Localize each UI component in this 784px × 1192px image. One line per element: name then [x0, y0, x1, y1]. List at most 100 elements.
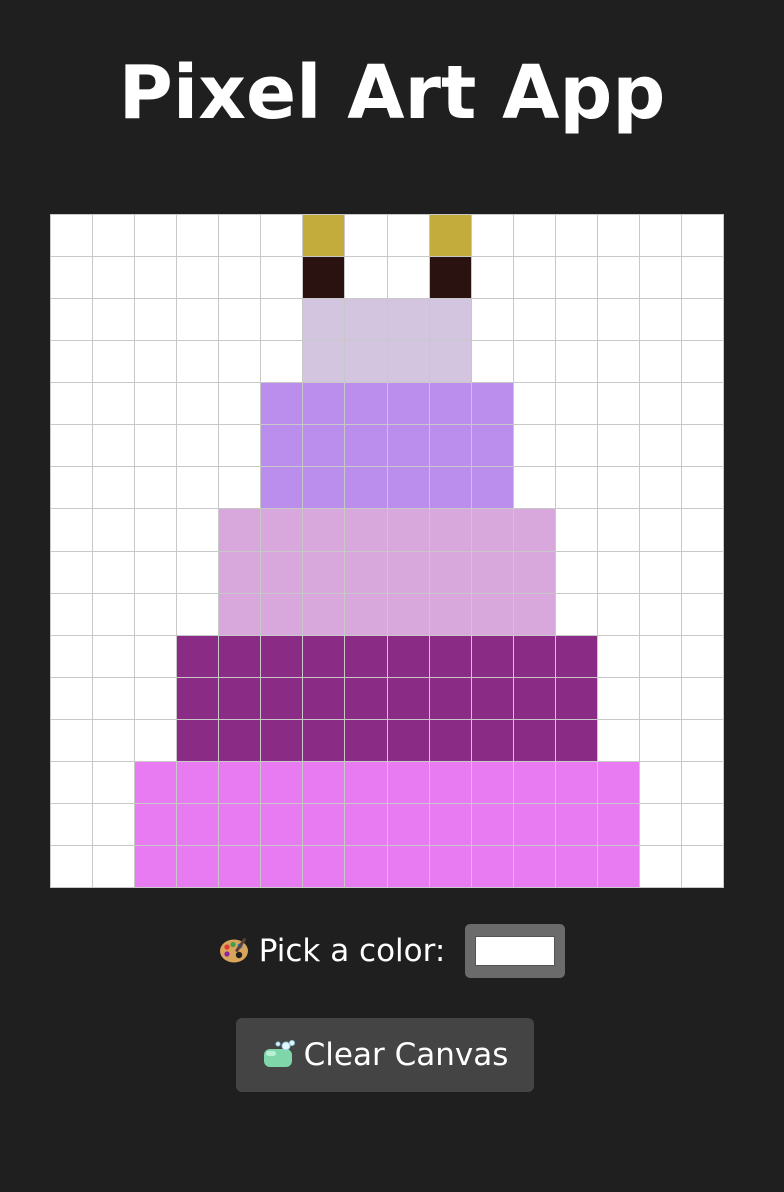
- pixel-cell[interactable]: [261, 341, 303, 383]
- pixel-cell[interactable]: [513, 551, 555, 593]
- pixel-cell[interactable]: [387, 677, 429, 719]
- pixel-cell[interactable]: [639, 761, 681, 803]
- pixel-cell[interactable]: [681, 467, 723, 509]
- pixel-cell[interactable]: [345, 509, 387, 551]
- pixel-cell[interactable]: [471, 677, 513, 719]
- pixel-cell[interactable]: [177, 257, 219, 299]
- pixel-cell[interactable]: [513, 803, 555, 845]
- pixel-cell[interactable]: [135, 215, 177, 257]
- pixel-cell[interactable]: [93, 257, 135, 299]
- pixel-cell[interactable]: [303, 257, 345, 299]
- pixel-cell[interactable]: [303, 677, 345, 719]
- pixel-cell[interactable]: [51, 383, 93, 425]
- pixel-cell[interactable]: [681, 383, 723, 425]
- pixel-cell[interactable]: [93, 719, 135, 761]
- pixel-cell[interactable]: [135, 677, 177, 719]
- pixel-cell[interactable]: [303, 299, 345, 341]
- pixel-cell[interactable]: [429, 635, 471, 677]
- pixel-cell[interactable]: [429, 803, 471, 845]
- pixel-cell[interactable]: [681, 845, 723, 887]
- pixel-cell[interactable]: [51, 341, 93, 383]
- pixel-cell[interactable]: [135, 467, 177, 509]
- pixel-cell[interactable]: [471, 845, 513, 887]
- pixel-cell[interactable]: [597, 215, 639, 257]
- pixel-cell[interactable]: [261, 677, 303, 719]
- pixel-cell[interactable]: [513, 383, 555, 425]
- pixel-cell[interactable]: [261, 215, 303, 257]
- pixel-cell[interactable]: [387, 383, 429, 425]
- pixel-cell[interactable]: [555, 215, 597, 257]
- pixel-cell[interactable]: [177, 761, 219, 803]
- pixel-cell[interactable]: [513, 215, 555, 257]
- pixel-cell[interactable]: [639, 215, 681, 257]
- pixel-cell[interactable]: [93, 341, 135, 383]
- pixel-cell[interactable]: [93, 761, 135, 803]
- pixel-cell[interactable]: [555, 383, 597, 425]
- pixel-cell[interactable]: [219, 467, 261, 509]
- pixel-cell[interactable]: [387, 425, 429, 467]
- pixel-cell[interactable]: [177, 719, 219, 761]
- pixel-cell[interactable]: [513, 467, 555, 509]
- pixel-cell[interactable]: [639, 677, 681, 719]
- pixel-cell[interactable]: [93, 425, 135, 467]
- pixel-cell[interactable]: [219, 509, 261, 551]
- pixel-cell[interactable]: [513, 257, 555, 299]
- pixel-cell[interactable]: [177, 845, 219, 887]
- pixel-cell[interactable]: [135, 635, 177, 677]
- pixel-cell[interactable]: [51, 761, 93, 803]
- pixel-cell[interactable]: [387, 845, 429, 887]
- pixel-cell[interactable]: [135, 257, 177, 299]
- pixel-cell[interactable]: [345, 761, 387, 803]
- pixel-cell[interactable]: [681, 719, 723, 761]
- pixel-cell[interactable]: [429, 383, 471, 425]
- pixel-cell[interactable]: [93, 509, 135, 551]
- pixel-cell[interactable]: [345, 719, 387, 761]
- pixel-cell[interactable]: [387, 593, 429, 635]
- pixel-cell[interactable]: [681, 299, 723, 341]
- pixel-cell[interactable]: [261, 509, 303, 551]
- pixel-cell[interactable]: [429, 299, 471, 341]
- pixel-cell[interactable]: [303, 761, 345, 803]
- pixel-cell[interactable]: [345, 257, 387, 299]
- pixel-cell[interactable]: [93, 635, 135, 677]
- pixel-cell[interactable]: [597, 257, 639, 299]
- pixel-cell[interactable]: [555, 677, 597, 719]
- pixel-cell[interactable]: [555, 341, 597, 383]
- pixel-cell[interactable]: [177, 383, 219, 425]
- pixel-cell[interactable]: [429, 257, 471, 299]
- pixel-cell[interactable]: [303, 845, 345, 887]
- pixel-cell[interactable]: [219, 383, 261, 425]
- pixel-cell[interactable]: [555, 635, 597, 677]
- pixel-cell[interactable]: [261, 425, 303, 467]
- pixel-cell[interactable]: [681, 635, 723, 677]
- pixel-cell[interactable]: [639, 803, 681, 845]
- pixel-cell[interactable]: [177, 803, 219, 845]
- pixel-cell[interactable]: [639, 551, 681, 593]
- pixel-cell[interactable]: [51, 215, 93, 257]
- pixel-cell[interactable]: [219, 215, 261, 257]
- pixel-cell[interactable]: [93, 803, 135, 845]
- pixel-cell[interactable]: [429, 215, 471, 257]
- pixel-cell[interactable]: [51, 719, 93, 761]
- pixel-cell[interactable]: [387, 215, 429, 257]
- pixel-cell[interactable]: [51, 677, 93, 719]
- pixel-canvas[interactable]: [50, 214, 724, 888]
- pixel-cell[interactable]: [219, 845, 261, 887]
- pixel-cell[interactable]: [135, 719, 177, 761]
- pixel-cell[interactable]: [177, 677, 219, 719]
- pixel-cell[interactable]: [93, 467, 135, 509]
- pixel-cell[interactable]: [345, 425, 387, 467]
- pixel-cell[interactable]: [387, 467, 429, 509]
- pixel-cell[interactable]: [177, 299, 219, 341]
- pixel-cell[interactable]: [51, 467, 93, 509]
- pixel-cell[interactable]: [597, 719, 639, 761]
- pixel-cell[interactable]: [597, 761, 639, 803]
- pixel-cell[interactable]: [597, 509, 639, 551]
- pixel-cell[interactable]: [345, 215, 387, 257]
- pixel-cell[interactable]: [345, 383, 387, 425]
- pixel-cell[interactable]: [513, 299, 555, 341]
- pixel-cell[interactable]: [93, 845, 135, 887]
- pixel-cell[interactable]: [387, 761, 429, 803]
- pixel-cell[interactable]: [471, 635, 513, 677]
- pixel-cell[interactable]: [681, 425, 723, 467]
